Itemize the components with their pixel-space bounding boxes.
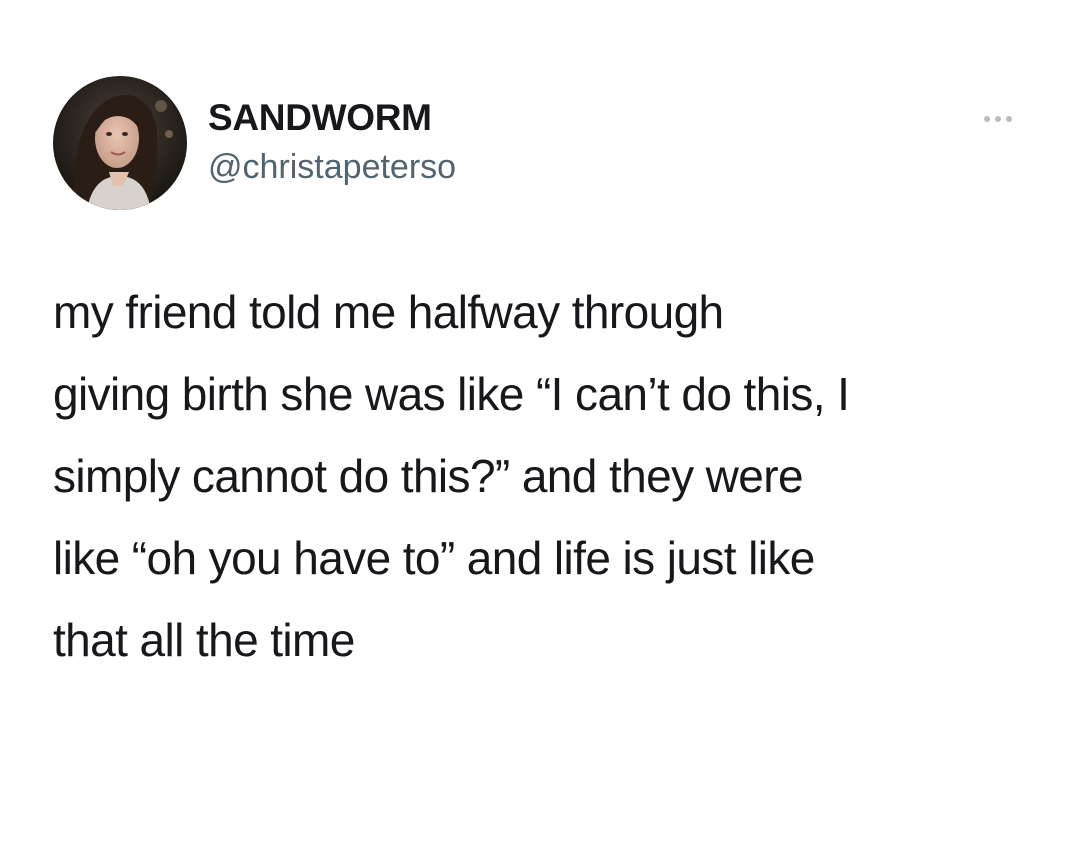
tweet-card: SANDWORM @christapeterso my friend told … [0,0,1080,859]
more-horizontal-icon [984,116,1012,122]
more-options-button[interactable] [972,104,1024,134]
author-display-name[interactable]: SANDWORM [208,96,432,140]
tweet-text: my friend told me halfway through giving… [53,286,850,666]
avatar[interactable] [53,76,187,210]
avatar-image [53,76,187,210]
author-handle[interactable]: @christapeterso [208,146,456,188]
